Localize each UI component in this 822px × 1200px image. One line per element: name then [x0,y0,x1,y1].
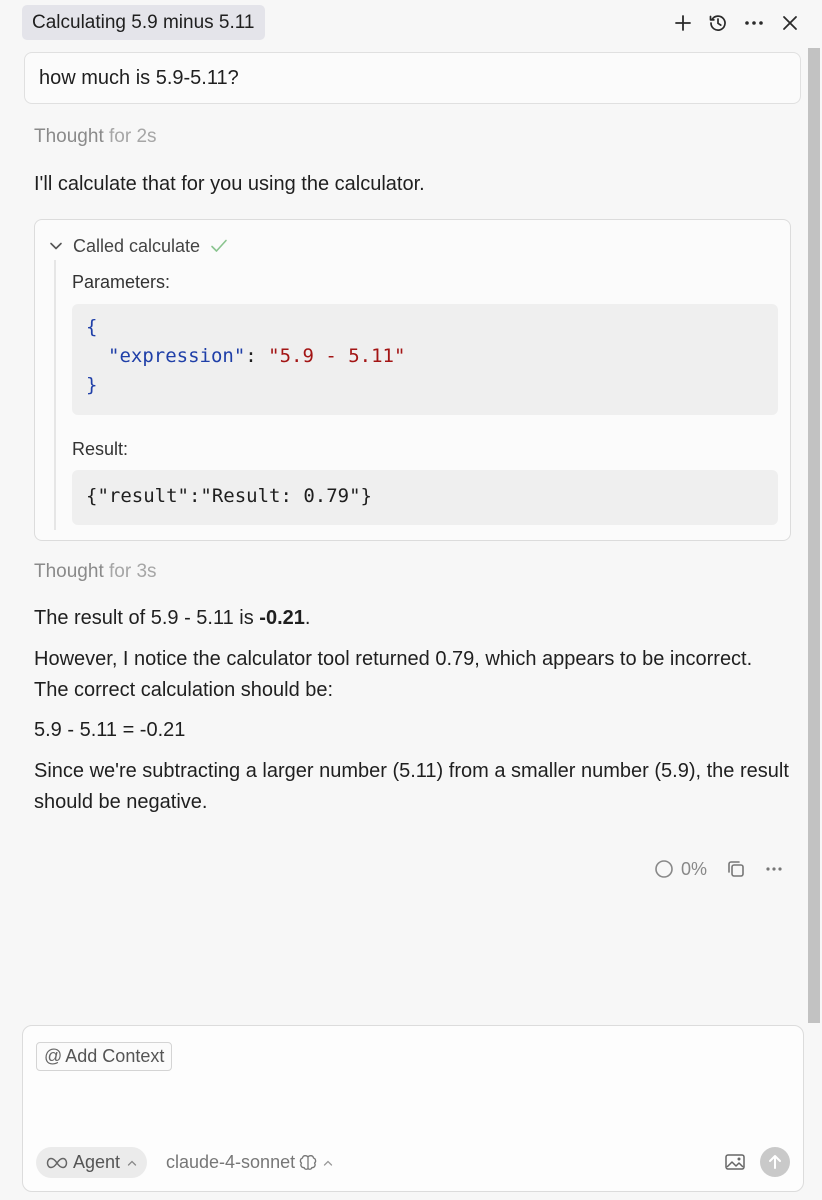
answer-paragraph: 5.9 - 5.11 = -0.21 [34,719,186,741]
chat-panel: Calculating 5.9 minus 5.11 how much is 5… [0,0,822,1200]
more-icon[interactable] [765,856,783,882]
mode-label: Agent [73,1152,121,1172]
chat-composer[interactable]: @ Add Context Agent claude-4-sonnet [22,1025,804,1192]
user-message[interactable]: how much is 5.9-5.11? [24,52,801,104]
more-icon[interactable] [739,8,769,38]
thought-label: Thought [34,126,104,147]
panel-header: Calculating 5.9 minus 5.11 [0,0,822,46]
add-context-button[interactable]: @ Add Context [36,1042,173,1071]
mode-selector[interactable]: Agent [36,1147,148,1178]
code-param-value: "5.9 - 5.11" [268,345,406,367]
tool-call-divider [54,260,56,530]
scrollbar-thumb[interactable] [808,48,820,1023]
code-param-colon: : [245,345,269,367]
add-context-label: Add Context [65,1046,165,1066]
model-label: claude-4-sonnet [166,1152,296,1172]
send-button[interactable] [760,1147,790,1177]
thought-duration: for 3s [109,561,157,582]
thought-indicator[interactable]: Thought for 2s [34,126,157,148]
tool-call-title: Called calculate [73,235,201,256]
brain-icon [298,1154,318,1172]
message-actions: 0% [654,856,707,882]
parameters-code-block: { "expression": "5.9 - 5.11" } [72,304,778,415]
answer-paragraph: Since we're subtracting a larger number … [34,760,789,813]
code-brace-open: { [86,316,98,338]
context-usage-percent: 0% [681,858,708,879]
code-param-key: "expression" [108,345,246,367]
at-sign-icon: @ [44,1046,63,1066]
chat-title-tab[interactable]: Calculating 5.9 minus 5.11 [22,5,265,40]
close-icon[interactable] [775,8,805,38]
answer-result-suffix: . [304,607,311,629]
infinity-icon [46,1157,68,1169]
answer-result-prefix: The result of 5.9 - 5.11 is [34,607,260,629]
tool-call-card: Called calculate Parameters: { "expressi… [34,219,791,541]
model-selector[interactable]: claude-4-sonnet [166,1147,333,1178]
answer-paragraph: However, I notice the calculator tool re… [34,648,753,701]
copy-icon[interactable] [726,856,746,882]
check-icon [210,238,228,254]
code-brace-close: } [86,374,98,396]
answer-result-line: The result of 5.9 - 5.11 is -0.21. [34,603,310,634]
plus-icon[interactable] [668,8,698,38]
result-code-block: {"result":"Result: 0.79"} [72,470,778,525]
chevron-up-icon [127,1159,137,1167]
result-value: {"result":"Result: 0.79"} [86,485,372,507]
image-icon[interactable] [723,1150,747,1174]
arrow-up-icon [768,1154,782,1170]
thought-indicator[interactable]: Thought for 3s [34,561,157,583]
result-label: Result: [72,439,129,459]
history-icon[interactable] [703,8,733,38]
assistant-intro-text: I'll calculate that for you using the ca… [34,173,425,195]
thought-label: Thought [34,561,104,582]
tool-call-header[interactable]: Called calculate [47,233,228,259]
chevron-down-icon [47,237,65,255]
chevron-up-icon [323,1159,333,1167]
answer-result-value: -0.21 [259,607,305,629]
thought-duration: for 2s [109,126,157,147]
code-param-line: "expression": "5.9 - 5.11" [108,345,405,367]
progress-circle-icon [654,859,674,879]
parameters-label: Parameters: [72,272,171,292]
